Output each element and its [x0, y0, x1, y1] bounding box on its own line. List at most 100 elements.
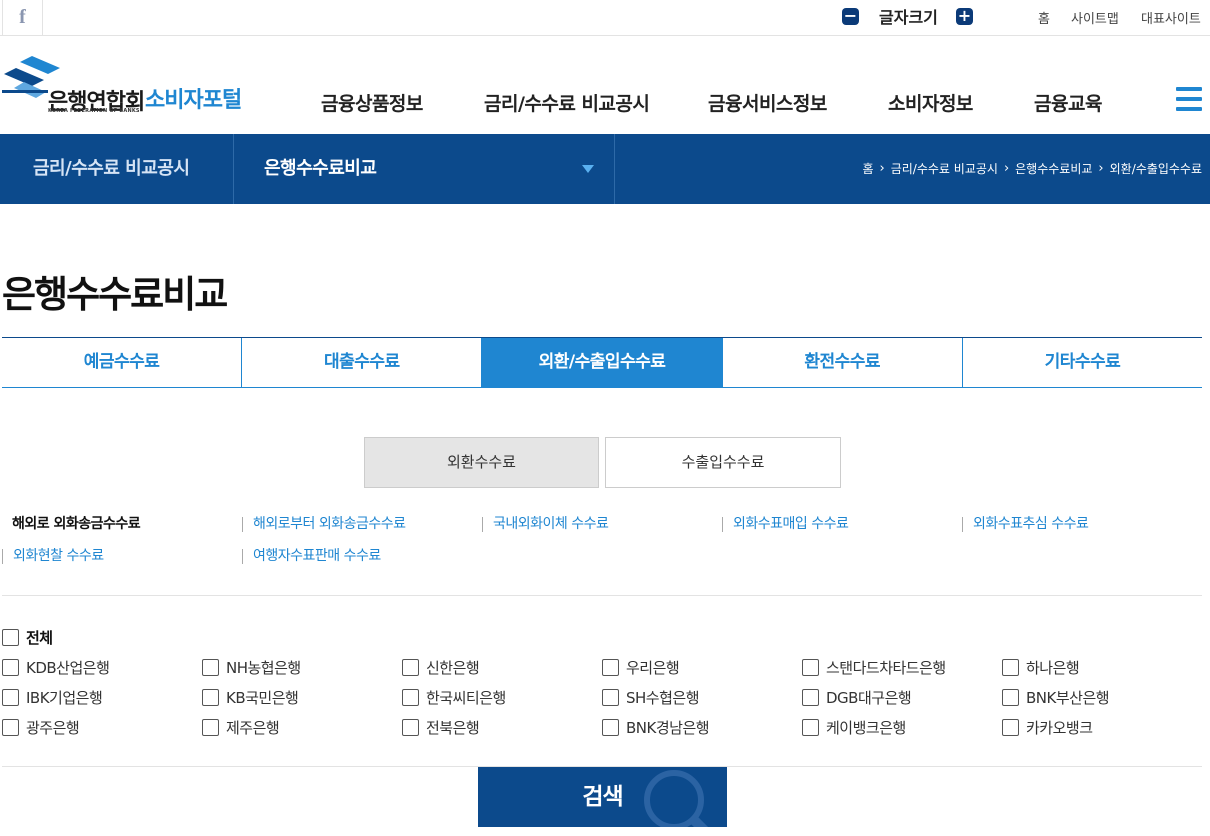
header: 은행연합회 KOREA FEDERATION OF BANKS 소비자포털 금융… — [0, 36, 1210, 134]
checkbox-box[interactable] — [1002, 689, 1019, 706]
bank-name: SH수협은행 — [626, 689, 700, 707]
bank-name: NH농협은행 — [226, 659, 301, 677]
bank-checkbox[interactable]: 신한은행 — [402, 657, 480, 678]
gnb-product-info[interactable]: 금융상품정보 — [321, 89, 423, 116]
home-link[interactable]: 홈 — [1038, 8, 1050, 27]
checkbox-box[interactable] — [202, 689, 219, 706]
bank-checkbox[interactable]: NH농협은행 — [202, 657, 301, 678]
checkbox-box[interactable] — [602, 689, 619, 706]
checkbox-label: 전체 — [26, 629, 53, 647]
tab-fx-trade-fee[interactable]: 외환/수출입수수료 — [482, 338, 723, 387]
bank-checkbox[interactable]: KB국민은행 — [202, 687, 299, 708]
checkbox-box[interactable] — [2, 629, 19, 646]
bank-name: 케이뱅크은행 — [826, 719, 906, 737]
link-travelers-check[interactable]: 여행자수표판매 수수료 — [242, 549, 381, 564]
bank-checkbox[interactable]: BNK부산은행 — [1002, 687, 1110, 708]
bank-checkbox[interactable]: 우리은행 — [602, 657, 680, 678]
fee-category-tabs: 예금수수료 대출수수료 외환/수출입수수료 환전수수료 기타수수료 — [2, 337, 1202, 388]
gnb-education[interactable]: 금융교육 — [1034, 89, 1102, 116]
toggle-fx-fee[interactable]: 외환수수료 — [364, 437, 599, 488]
breadcrumb-home[interactable]: 홈 — [862, 134, 873, 204]
breadcrumb-current: 외환/수출입수수료 — [1109, 162, 1202, 176]
bank-name: BNK부산은행 — [1026, 689, 1110, 707]
chevron-right-icon: › — [1003, 161, 1010, 176]
chevron-right-icon: › — [879, 161, 885, 176]
bank-name: 우리은행 — [626, 659, 680, 677]
bank-name: KB국민은행 — [226, 689, 299, 707]
bank-checkbox[interactable]: BNK경남은행 — [602, 717, 710, 738]
font-decrease-button[interactable]: − — [842, 7, 859, 25]
bank-checkbox[interactable]: 케이뱅크은행 — [802, 717, 906, 738]
link-outward-remittance[interactable]: 해외로 외화송금수수료 — [2, 517, 141, 532]
checkbox-box[interactable] — [202, 659, 219, 676]
bank-checkbox[interactable]: 제주은행 — [202, 717, 280, 738]
checkbox-all[interactable]: 전체 — [2, 627, 53, 648]
bank-name: BNK경남은행 — [626, 719, 710, 737]
breadcrumb-item[interactable]: 은행수수료비교 — [1015, 134, 1092, 204]
magnifier-handle — [688, 814, 714, 827]
toggle-trade-fee[interactable]: 수출입수수료 — [605, 437, 841, 488]
gnb-service-info[interactable]: 금융서비스정보 — [708, 89, 827, 116]
chevron-right-icon: › — [1098, 161, 1104, 176]
bank-checkbox[interactable]: 광주은행 — [2, 717, 80, 738]
search-button[interactable]: 검색 — [478, 767, 727, 827]
bank-checkbox[interactable]: 하나은행 — [1002, 657, 1080, 678]
bank-checkbox[interactable]: 카카오뱅크 — [1002, 717, 1093, 738]
bank-checkbox[interactable]: 한국씨티은행 — [402, 687, 506, 708]
checkbox-box[interactable] — [802, 659, 819, 676]
link-cash-fee[interactable]: 외화현찰 수수료 — [2, 549, 104, 564]
bank-checkbox[interactable]: DGB대구은행 — [802, 687, 912, 708]
bank-checkbox[interactable]: SH수협은행 — [602, 687, 700, 708]
bank-name: IBK기업은행 — [26, 689, 103, 707]
tab-deposit-fee[interactable]: 예금수수료 — [2, 338, 243, 387]
checkbox-box[interactable] — [1002, 719, 1019, 736]
bank-name: 하나은행 — [1026, 659, 1080, 677]
tab-exchange-fee[interactable]: 환전수수료 — [723, 338, 963, 387]
gnb-consumer-info[interactable]: 소비자정보 — [888, 89, 973, 116]
checkbox-box[interactable] — [402, 719, 419, 736]
bank-name: 신한은행 — [426, 659, 480, 677]
bank-checkbox[interactable]: 스탠다드차타드은행 — [802, 657, 946, 678]
logo-portal: 소비자포털 — [145, 88, 242, 113]
sub-navigation: 금리/수수료 비교공시 은행수수료비교 홈 › 금리/수수료 비교공시 › 은행… — [0, 134, 1210, 204]
menu-icon[interactable] — [1176, 87, 1202, 111]
subnav-depth1[interactable]: 금리/수수료 비교공시 — [0, 134, 234, 204]
bank-name: 제주은행 — [226, 719, 280, 737]
link-check-purchase[interactable]: 외화수표매입 수수료 — [722, 517, 849, 532]
subnav-depth2-select[interactable]: 은행수수료비교 — [234, 134, 615, 204]
checkbox-box[interactable] — [2, 719, 19, 736]
font-increase-button[interactable]: + — [955, 7, 973, 25]
checkbox-box[interactable] — [2, 659, 19, 676]
checkbox-box[interactable] — [402, 689, 419, 706]
checkbox-box[interactable] — [602, 659, 619, 676]
checkbox-box[interactable] — [402, 659, 419, 676]
checkbox-box[interactable] — [1002, 659, 1019, 676]
subnav-depth2-label: 은행수수료비교 — [264, 158, 377, 179]
site-logo[interactable]: 은행연합회 KOREA FEDERATION OF BANKS 소비자포털 — [2, 54, 252, 116]
checkbox-box[interactable] — [202, 719, 219, 736]
divider — [2, 595, 1202, 596]
checkbox-box[interactable] — [802, 719, 819, 736]
bank-name: 전북은행 — [426, 719, 480, 737]
bank-checkbox[interactable]: IBK기업은행 — [2, 687, 103, 708]
tab-loan-fee[interactable]: 대출수수료 — [242, 338, 483, 387]
bank-name: 스탠다드차타드은행 — [826, 659, 946, 677]
breadcrumb-item[interactable]: 금리/수수료 비교공시 — [891, 134, 998, 204]
tab-other-fee[interactable]: 기타수수료 — [963, 338, 1202, 387]
bank-name: KDB산업은행 — [26, 659, 110, 677]
page-title: 은행수수료비교 — [2, 273, 228, 316]
breadcrumb: 홈 › 금리/수수료 비교공시 › 은행수수료비교 › 외환/수출입수수료 — [862, 134, 1202, 204]
link-domestic-transfer[interactable]: 국내외화이체 수수료 — [482, 517, 609, 532]
link-check-collection[interactable]: 외화수표추심 수수료 — [962, 517, 1089, 532]
sitemap-link[interactable]: 사이트맵 — [1071, 8, 1119, 27]
link-inward-remittance[interactable]: 해외로부터 외화송금수수료 — [242, 517, 406, 532]
checkbox-box[interactable] — [602, 719, 619, 736]
gnb-rate-compare[interactable]: 금리/수수료 비교공시 — [484, 89, 650, 116]
bank-name: DGB대구은행 — [826, 689, 912, 707]
checkbox-box[interactable] — [802, 689, 819, 706]
main-site-link[interactable]: 대표사이트 — [1141, 8, 1201, 27]
checkbox-box[interactable] — [2, 689, 19, 706]
bank-checkbox[interactable]: KDB산업은행 — [2, 657, 110, 678]
facebook-icon[interactable]: f — [2, 0, 43, 35]
bank-checkbox[interactable]: 전북은행 — [402, 717, 480, 738]
